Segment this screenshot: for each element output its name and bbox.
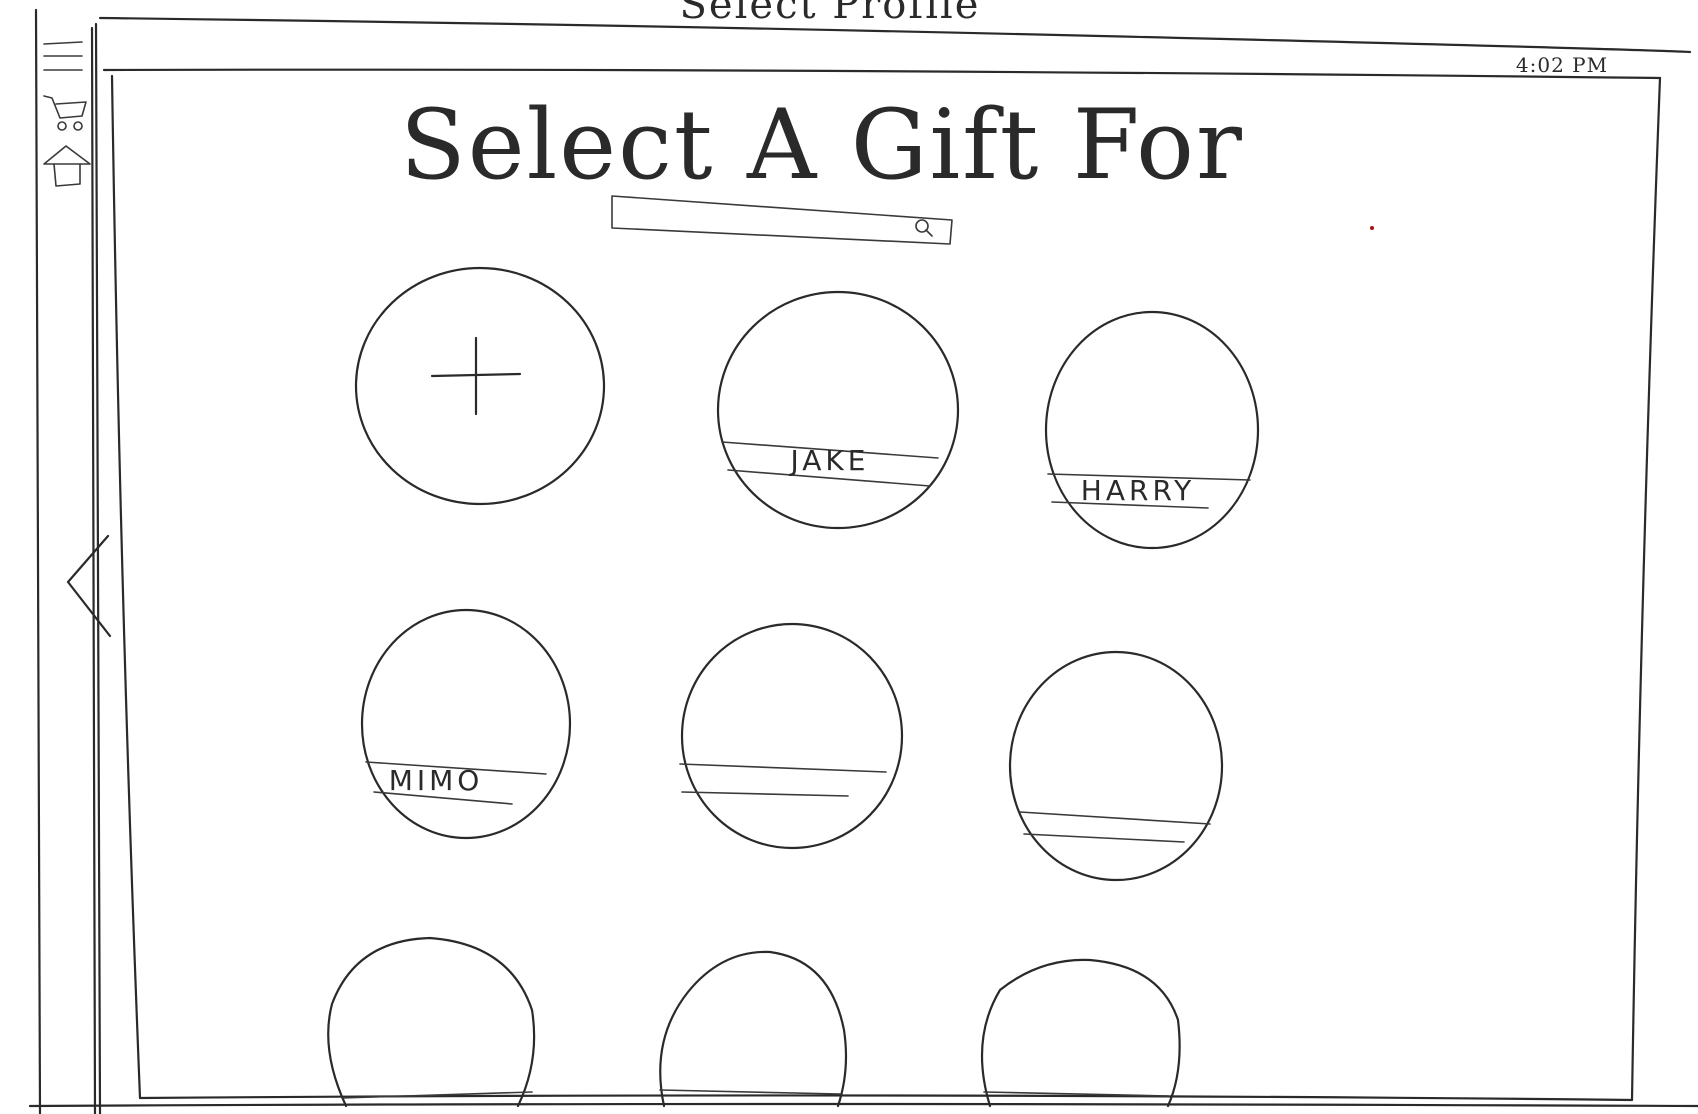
search-input[interactable] [611,195,953,245]
top-title: Select Profile [680,0,981,28]
profile-jake[interactable]: JAKE [716,290,960,530]
status-time: 4:02 PM [1516,53,1608,77]
profile-harry[interactable]: HARRY [1044,310,1260,550]
search-icon[interactable] [915,219,933,237]
profile-name: HARRY [1081,474,1195,507]
profile-slot-4[interactable] [679,622,904,850]
profile-name: MIMO [389,764,484,797]
profile-slot-6[interactable] [327,936,536,1108]
content-panel [102,68,1662,1102]
cart-icon[interactable] [43,95,87,131]
page-title: Select A Gift For [400,89,1244,201]
profile-name: JAKE [789,444,870,477]
menu-icon[interactable] [43,41,83,71]
wireframe-sketch: Select Profile 4:02 PM Select A Gift For [28,0,1698,1114]
add-profile-button[interactable] [354,266,606,506]
profile-slot-8[interactable] [980,958,1181,1108]
profile-slot-5[interactable] [1008,650,1224,882]
plus-icon [430,336,522,416]
chevron-left-icon[interactable] [66,534,112,638]
sidebar [43,41,91,187]
profile-mimo[interactable]: MIMO [360,608,572,840]
home-icon[interactable] [43,145,91,187]
stray-mark [1370,226,1374,230]
profile-slot-7[interactable] [659,950,848,1108]
